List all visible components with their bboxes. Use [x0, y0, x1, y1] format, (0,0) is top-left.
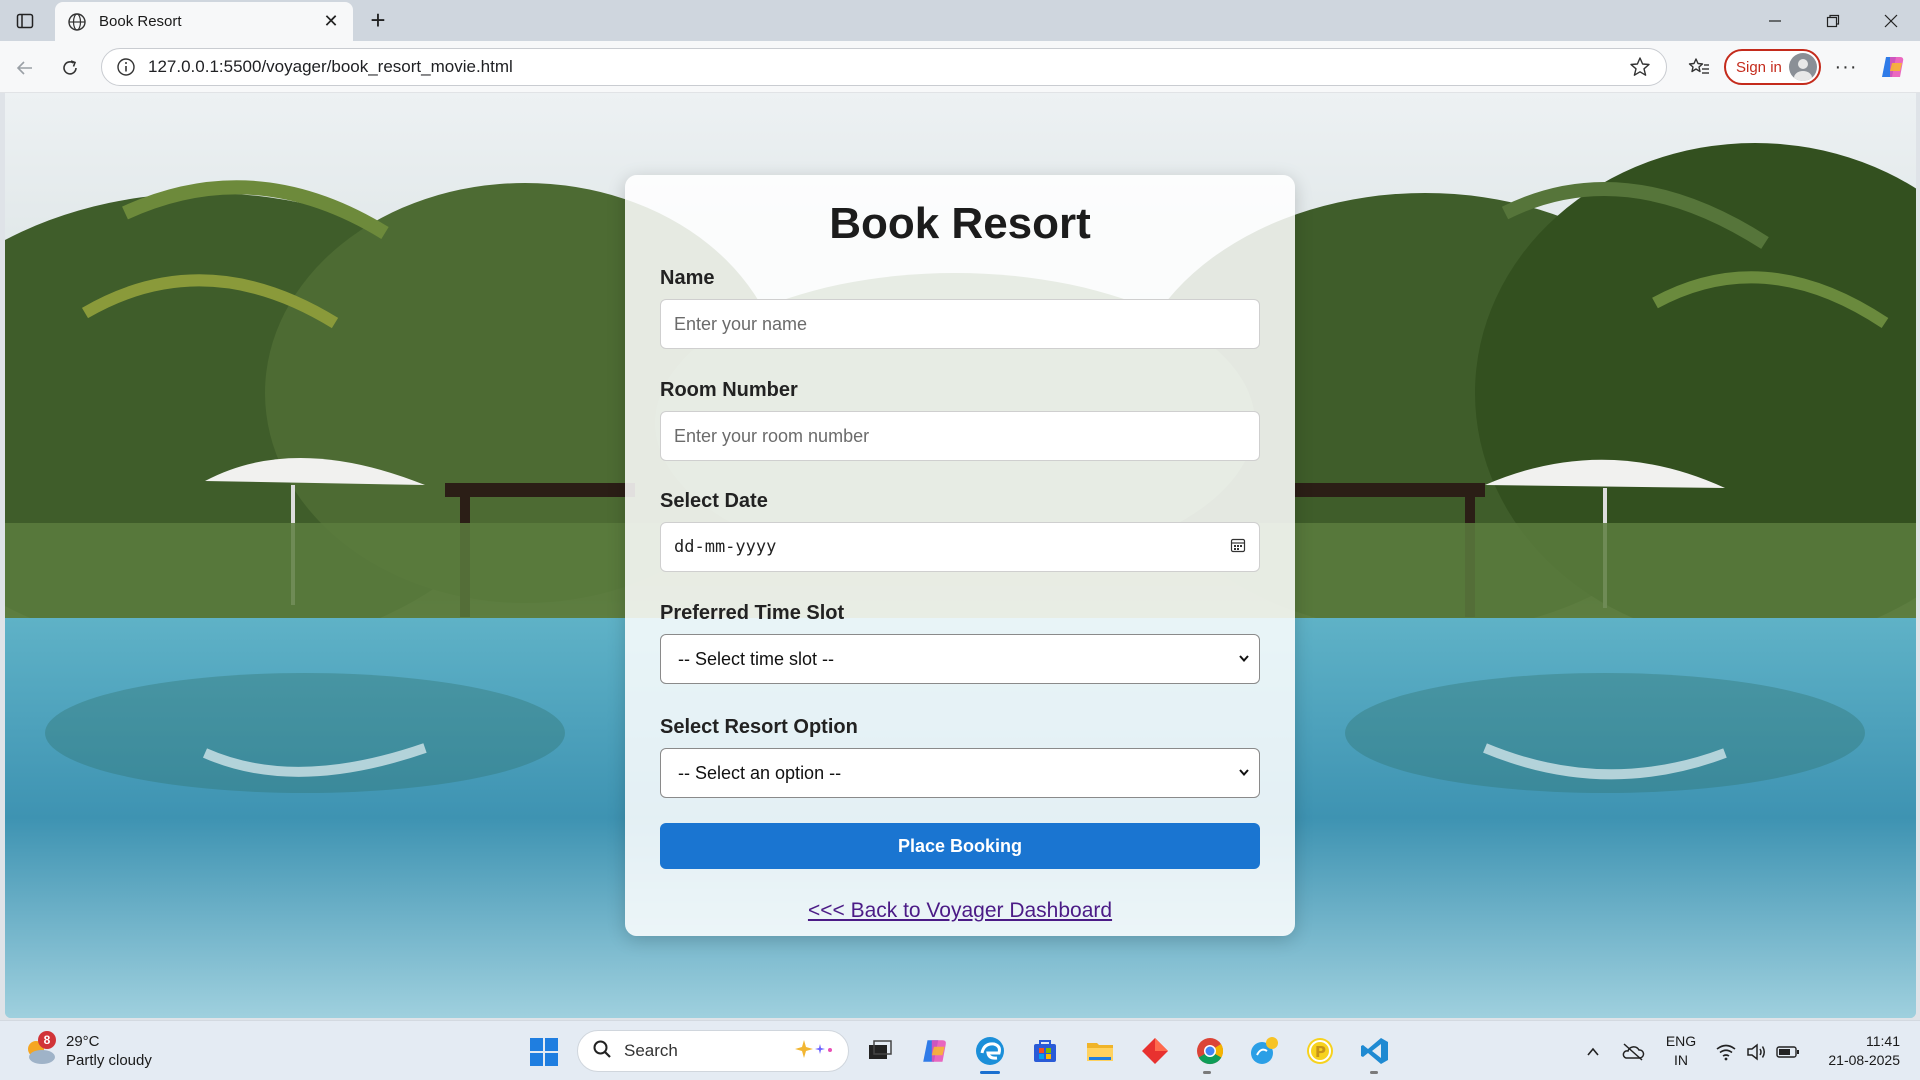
app-yellow-p-icon[interactable]: P: [1302, 1033, 1338, 1069]
more-icon[interactable]: ···: [1831, 52, 1861, 82]
chevron-down-icon: [1237, 649, 1251, 670]
tab-book-resort[interactable]: Book Resort ✕: [55, 2, 353, 41]
battery-icon[interactable]: [1775, 1039, 1801, 1065]
search-icon: [592, 1039, 612, 1064]
calendar-icon[interactable]: [1230, 537, 1246, 558]
weather-icon: 8: [22, 1031, 58, 1069]
chevron-down-icon: [1237, 763, 1251, 784]
weather-app-icon[interactable]: [1247, 1033, 1283, 1069]
weather-widget[interactable]: 8 29°C Partly cloudy: [22, 1028, 172, 1074]
resort-option-selected: -- Select an option --: [678, 762, 842, 783]
timeslot-label: Preferred Time Slot: [660, 602, 845, 624]
edge-active-indicator: [980, 1071, 1000, 1074]
date-input[interactable]: dd-mm-yyyy: [660, 522, 1260, 572]
signin-label: Sign in: [1736, 58, 1782, 76]
restore-icon[interactable]: [1818, 8, 1848, 34]
name-group: Name Enter your name: [660, 267, 1260, 349]
store-icon[interactable]: [1027, 1033, 1063, 1069]
place-booking-button[interactable]: Place Booking: [660, 823, 1260, 869]
lang-line1: ENG: [1665, 1033, 1697, 1049]
windows-start-icon[interactable]: [528, 1036, 560, 1068]
plus-icon[interactable]: +: [364, 5, 392, 35]
resort-option-label: Select Resort Option: [660, 716, 858, 738]
taskbar: 8 29°C Partly cloudy Search P ENG IN 11:…: [0, 1020, 1920, 1080]
booking-form-card: Book Resort Name Enter your name Room Nu…: [625, 175, 1295, 936]
weather-badge: 8: [38, 1031, 56, 1049]
sparkle-icon: [790, 1038, 834, 1065]
taskbar-search[interactable]: Search: [577, 1030, 849, 1072]
sidebar-icon[interactable]: [12, 8, 38, 34]
system-clock[interactable]: 11:41 21-08-2025: [1810, 1032, 1900, 1070]
name-placeholder: Enter your name: [674, 313, 808, 334]
navigation-bar: 127.0.0.1:5500/voyager/book_resort_movie…: [0, 41, 1920, 93]
signin-button[interactable]: Sign in: [1724, 49, 1821, 85]
room-placeholder: Enter your room number: [674, 425, 870, 446]
copilot-app-icon[interactable]: [917, 1033, 953, 1069]
tab-title: Book Resort: [99, 13, 182, 30]
room-group: Room Number Enter your room number: [660, 379, 1260, 461]
file-explorer-icon[interactable]: [1082, 1033, 1118, 1069]
chrome-running-indicator: [1203, 1071, 1211, 1074]
edge-icon[interactable]: [972, 1033, 1008, 1069]
close-icon[interactable]: ✕: [321, 11, 341, 32]
chrome-icon[interactable]: [1192, 1033, 1228, 1069]
timeslot-selected: -- Select time slot --: [678, 648, 835, 669]
weather-temp: 29°C: [66, 1033, 100, 1050]
room-label: Room Number: [660, 379, 798, 401]
lang-line2: IN: [1674, 1052, 1688, 1068]
star-icon[interactable]: [1628, 55, 1652, 79]
page-title: Book Resort: [829, 199, 1091, 248]
name-input[interactable]: Enter your name: [660, 299, 1260, 349]
resort-option-select[interactable]: -- Select an option --: [660, 748, 1260, 798]
weather-desc: Partly cloudy: [66, 1052, 152, 1069]
refresh-icon[interactable]: [55, 53, 85, 83]
tab-bar: Book Resort ✕ +: [0, 0, 1920, 41]
wifi-icon[interactable]: [1713, 1039, 1739, 1065]
globe-icon: [67, 12, 87, 32]
copilot-icon[interactable]: [1876, 50, 1910, 84]
vscode-running-indicator: [1370, 1071, 1378, 1074]
favorites-icon[interactable]: [1684, 52, 1714, 82]
avatar-icon: [1789, 53, 1817, 81]
date-placeholder: dd-mm-yyyy: [674, 537, 777, 557]
page-viewport: Book Resort Name Enter your name Room Nu…: [5, 93, 1916, 1018]
date-label: Select Date: [660, 490, 768, 512]
vscode-icon[interactable]: [1357, 1033, 1393, 1069]
timeslot-select[interactable]: -- Select time slot --: [660, 634, 1260, 684]
minimize-icon[interactable]: [1760, 8, 1790, 34]
svg-text:P: P: [1315, 1043, 1326, 1061]
clock-date: 21-08-2025: [1828, 1052, 1900, 1068]
search-label: Search: [624, 1041, 678, 1060]
clock-time: 11:41: [1866, 1033, 1900, 1049]
resort-option-group: Select Resort Option -- Select an option…: [660, 716, 1260, 798]
room-number-input[interactable]: Enter your room number: [660, 411, 1260, 461]
back-to-dashboard-link[interactable]: <<< Back to Voyager Dashboard: [660, 899, 1260, 923]
back-icon[interactable]: [10, 53, 40, 83]
url-text[interactable]: 127.0.0.1:5500/voyager/book_resort_movie…: [148, 57, 1628, 77]
address-bar[interactable]: 127.0.0.1:5500/voyager/book_resort_movie…: [101, 48, 1667, 86]
timeslot-group: Preferred Time Slot -- Select time slot …: [660, 602, 1260, 684]
date-group: Select Date dd-mm-yyyy: [660, 490, 1260, 572]
chevron-up-icon[interactable]: [1580, 1039, 1606, 1065]
onedrive-off-icon[interactable]: [1620, 1039, 1646, 1065]
task-view-icon[interactable]: [862, 1033, 898, 1069]
language-indicator[interactable]: ENG IN: [1664, 1032, 1698, 1070]
window-close-icon[interactable]: [1876, 8, 1906, 34]
info-icon[interactable]: [116, 57, 136, 77]
name-label: Name: [660, 267, 715, 289]
volume-icon[interactable]: [1744, 1039, 1770, 1065]
app-red-diamond-icon[interactable]: [1137, 1033, 1173, 1069]
